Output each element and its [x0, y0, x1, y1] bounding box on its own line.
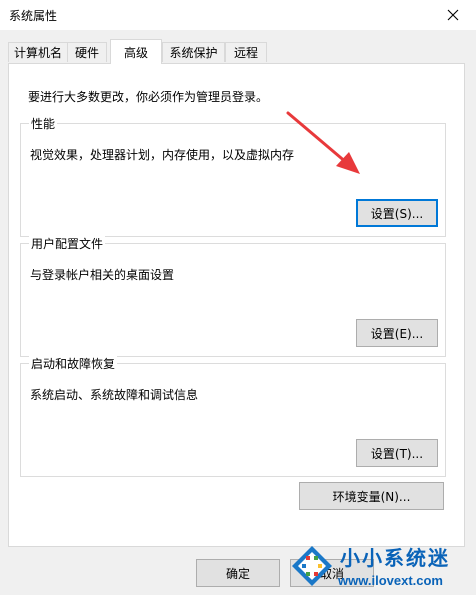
performance-description: 视觉效果，处理器计划，内存使用，以及虚拟内存 [30, 148, 295, 162]
cancel-button[interactable]: 取消 [290, 559, 374, 587]
tab-remote[interactable]: 远程 [225, 42, 267, 62]
performance-group-title: 性能 [29, 115, 58, 132]
tab-advanced[interactable]: 高级 [110, 39, 162, 64]
ok-button[interactable]: 确定 [196, 559, 280, 587]
user-profiles-description: 与登录帐户相关的桌面设置 [30, 268, 175, 282]
user-profiles-settings-button[interactable]: 设置(E)... [356, 319, 438, 347]
user-profiles-group-title: 用户配置文件 [29, 235, 106, 252]
admin-notice: 要进行大多数更改，你必须作为管理员登录。 [28, 90, 269, 104]
tab-computer-name[interactable]: 计算机名 [8, 42, 68, 62]
tab-hardware[interactable]: 硬件 [67, 42, 107, 62]
title-bar: 系统属性 [0, 0, 476, 30]
performance-group: 性能 视觉效果，处理器计划，内存使用，以及虚拟内存 设置(S)... [20, 115, 446, 237]
advanced-tab-panel: 要进行大多数更改，你必须作为管理员登录。 性能 视觉效果，处理器计划，内存使用，… [8, 63, 465, 547]
startup-recovery-group-title: 启动和故障恢复 [29, 355, 118, 372]
startup-recovery-group: 启动和故障恢复 系统启动、系统故障和调试信息 设置(T)... [20, 355, 446, 477]
startup-recovery-settings-button[interactable]: 设置(T)... [356, 439, 438, 467]
close-icon [447, 9, 459, 21]
startup-recovery-description: 系统启动、系统故障和调试信息 [30, 388, 199, 402]
tab-system-protection[interactable]: 系统保护 [162, 42, 225, 62]
performance-settings-button[interactable]: 设置(S)... [356, 199, 438, 227]
environment-variables-button[interactable]: 环境变量(N)... [299, 482, 444, 510]
user-profiles-group: 用户配置文件 与登录帐户相关的桌面设置 设置(E)... [20, 235, 446, 357]
close-button[interactable] [430, 0, 476, 30]
window-title: 系统属性 [9, 9, 58, 23]
